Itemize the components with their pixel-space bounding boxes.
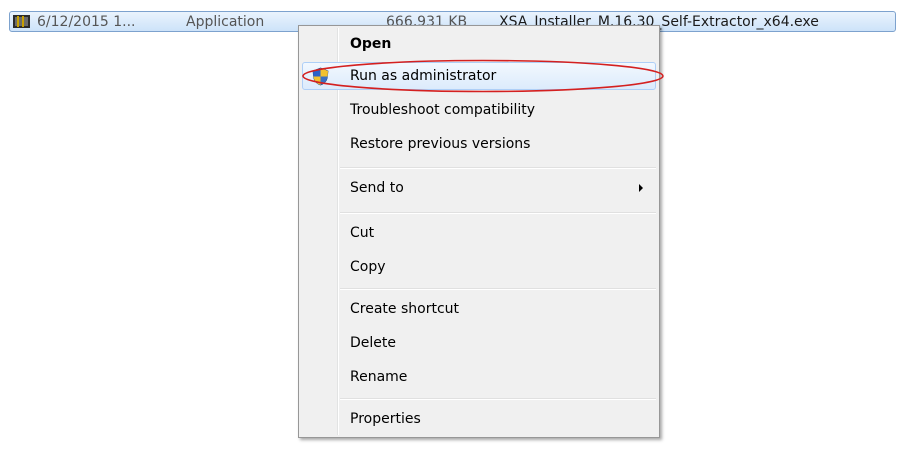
menu-item-delete[interactable]: Delete [302, 329, 656, 357]
menu-separator [340, 288, 656, 290]
uac-shield-icon [312, 67, 329, 86]
menu-separator [340, 398, 656, 400]
menu-separator [340, 212, 656, 214]
menu-item-label: Restore previous versions [350, 136, 531, 152]
context-menu: Open Run as administrator Troubleshoot c… [298, 25, 660, 438]
menu-item-cut[interactable]: Cut [302, 219, 656, 247]
menu-item-label: Delete [350, 335, 396, 351]
menu-item-label: Properties [350, 411, 421, 427]
menu-item-open[interactable]: Open [302, 30, 656, 58]
menu-separator [340, 167, 656, 169]
menu-item-label: Copy [350, 259, 386, 275]
menu-item-create-shortcut[interactable]: Create shortcut [302, 295, 656, 323]
menu-item-label: Cut [350, 225, 375, 241]
file-type: Application [186, 14, 265, 30]
menu-item-label: Send to [350, 180, 404, 196]
explorer-window: 6/12/2015 1... Application 666,931 KB XS… [0, 0, 905, 451]
menu-item-label: Open [350, 36, 392, 52]
menu-item-send-to[interactable]: Send to [302, 174, 656, 202]
submenu-arrow-icon [639, 184, 643, 192]
menu-item-label: Troubleshoot compatibility [350, 102, 536, 118]
file-date: 6/12/2015 1... [37, 14, 136, 30]
menu-item-label: Rename [350, 369, 408, 385]
application-exe-icon [13, 15, 30, 28]
menu-item-copy[interactable]: Copy [302, 253, 656, 281]
menu-item-properties[interactable]: Properties [302, 405, 656, 433]
menu-item-label: Run as administrator [350, 68, 497, 84]
menu-item-restore-previous-versions[interactable]: Restore previous versions [302, 130, 656, 158]
menu-item-troubleshoot-compatibility[interactable]: Troubleshoot compatibility [302, 96, 656, 124]
menu-item-rename[interactable]: Rename [302, 363, 656, 391]
menu-item-run-as-administrator[interactable]: Run as administrator [302, 62, 656, 90]
menu-item-label: Create shortcut [350, 301, 460, 317]
